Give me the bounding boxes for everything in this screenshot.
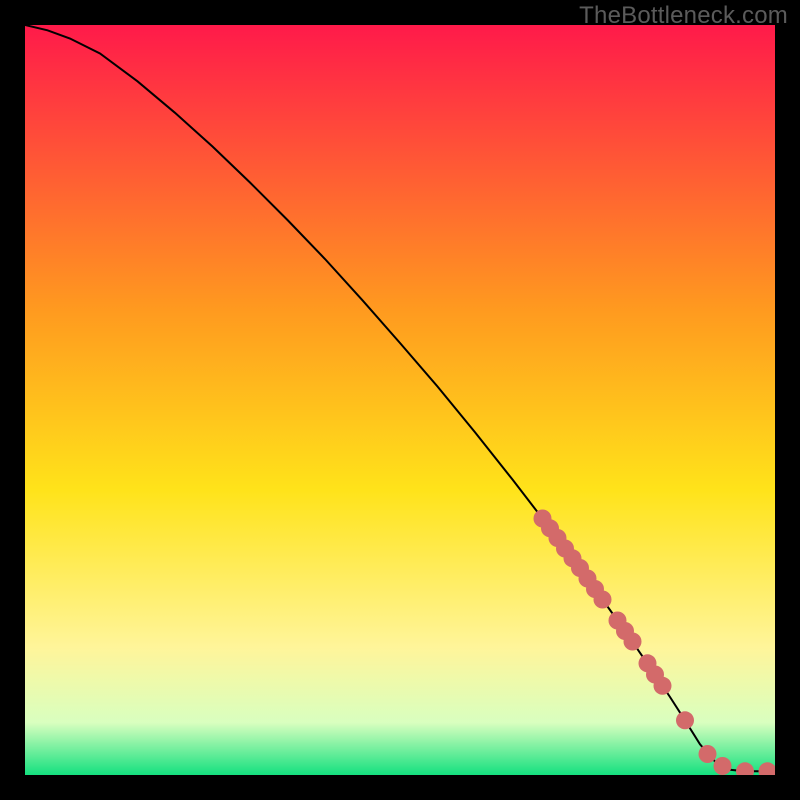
gradient-background [25, 25, 775, 775]
chart-stage: TheBottleneck.com [0, 0, 800, 800]
chart-svg [25, 25, 775, 775]
plot-area [25, 25, 775, 775]
data-point [624, 633, 642, 651]
data-point [654, 677, 672, 695]
data-point [714, 757, 732, 775]
data-point [676, 711, 694, 729]
data-point [699, 745, 717, 763]
data-point [594, 591, 612, 609]
